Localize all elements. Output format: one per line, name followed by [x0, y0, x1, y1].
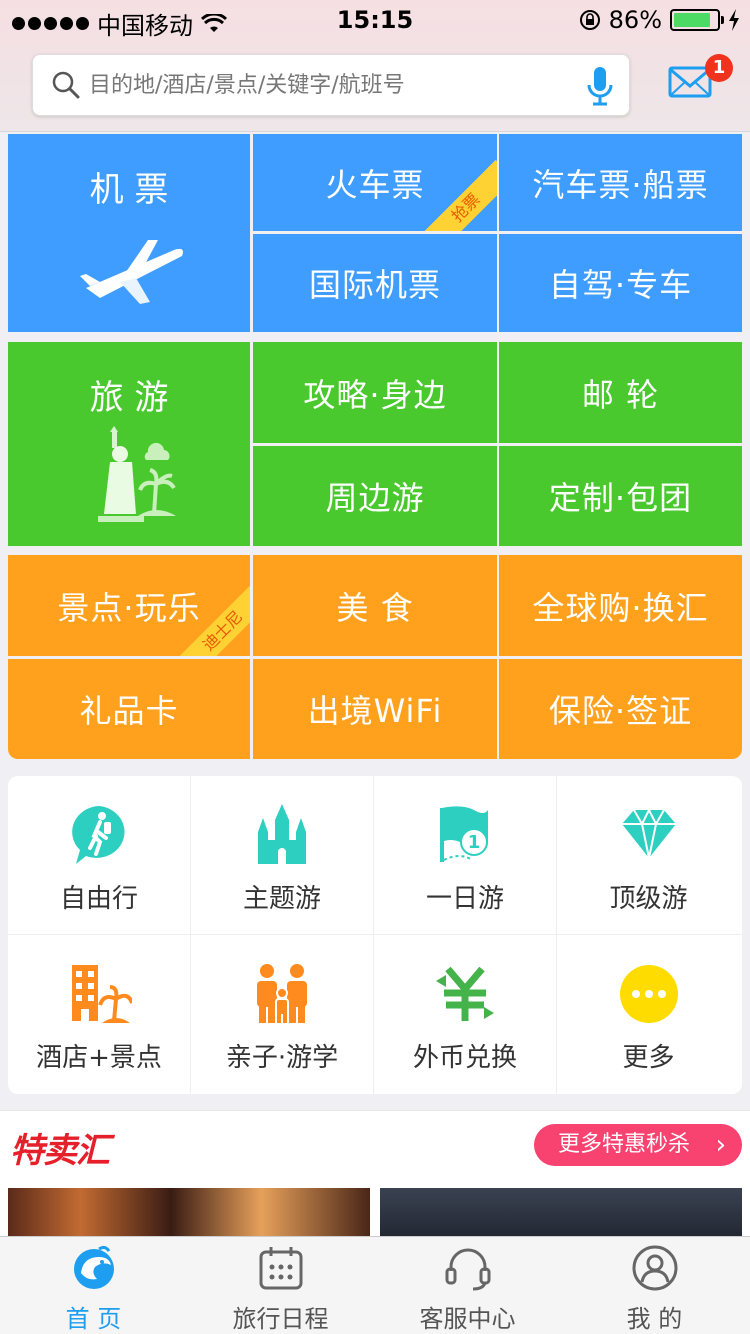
service-family-study[interactable]: 亲子·游学 [191, 935, 374, 1094]
tile-guide-label: 攻略·身边 [303, 375, 447, 414]
tile-guide[interactable]: 攻略·身边 [253, 342, 497, 443]
service-free-travel[interactable]: 自由行 [8, 776, 191, 935]
tab-label: 我 的 [626, 1305, 683, 1333]
tile-flight-label: 机 票 [89, 170, 169, 210]
service-label: 酒店+景点 [36, 1043, 162, 1073]
tab-bar: 首 页 旅行日程 客服中心 我 的 [0, 1236, 750, 1334]
family-icon [257, 964, 307, 1023]
promo-photo-crowd[interactable] [8, 1188, 370, 1236]
search-input[interactable] [89, 55, 569, 115]
service-label: 一日游 [425, 884, 504, 914]
tile-shopping-label: 全球购·换汇 [532, 588, 709, 627]
tile-cruise[interactable]: 邮 轮 [499, 342, 742, 443]
status-bar: 中国移动 15:15 86% [0, 0, 750, 40]
quick-services-panel: 自由行 主题游 1 一日游 顶级游 酒店+景点 亲子·游学 外币兑换 更多 [8, 776, 742, 1094]
home-dolphin-icon [73, 1245, 114, 1289]
tile-car[interactable]: 自驾·专车 [499, 234, 742, 332]
header: 中国移动 15:15 86% 目的地/酒店/景点/关键字/航班号 1 [0, 0, 750, 132]
tile-flight[interactable]: 机 票 [8, 134, 250, 332]
mail-badge: 1 [705, 54, 733, 82]
tile-wifi-label: 出境WiFi [307, 692, 443, 730]
svg-text:1: 1 [468, 832, 481, 853]
rush-ticket-ribbon: 抢票 [417, 159, 497, 231]
tab-label: 首 页 [65, 1305, 122, 1333]
service-label: 主题游 [242, 884, 321, 914]
more-icon [619, 965, 678, 1023]
tab-itinerary[interactable]: 旅行日程 [187, 1237, 374, 1334]
tile-insurance-label: 保险·签证 [548, 692, 693, 730]
more-deals-button[interactable]: 更多特惠秒杀 › [534, 1124, 742, 1166]
statue-of-liberty-icon [98, 426, 176, 522]
hotel-icon [72, 965, 132, 1023]
service-currency-exchange[interactable]: 外币兑换 [374, 935, 557, 1094]
tile-custom[interactable]: 定制·包团 [499, 446, 742, 546]
promo-photos [0, 1178, 750, 1236]
tile-nearby[interactable]: 周边游 [253, 446, 497, 546]
battery-percent: 86% [608, 6, 662, 34]
microphone-icon[interactable] [585, 65, 615, 107]
tile-bus-ship[interactable]: 汽车票·船票 [499, 134, 742, 231]
tile-travel-label: 旅 游 [89, 378, 169, 418]
tab-label: 旅行日程 [232, 1305, 329, 1333]
special-offers-logo: 特卖汇 [10, 1131, 110, 1171]
tab-home[interactable]: 首 页 [0, 1237, 187, 1334]
headset-icon [445, 1248, 490, 1291]
tile-intl-flight-label: 国际机票 [308, 266, 441, 304]
tile-wifi[interactable]: 出境WiFi [253, 659, 497, 759]
chevron-right-icon: › [715, 1130, 726, 1160]
service-luxury-travel[interactable]: 顶级游 [557, 776, 740, 935]
castle-icon [258, 804, 306, 864]
tile-train[interactable]: 火车票 抢票 [253, 134, 497, 231]
service-label: 更多 [622, 1043, 675, 1073]
tile-travel[interactable]: 旅 游 [8, 342, 250, 546]
airplane-icon [80, 240, 183, 304]
service-more[interactable]: 更多 [557, 935, 740, 1094]
tile-insurance[interactable]: 保险·签证 [499, 659, 742, 759]
tab-customer-service[interactable]: 客服中心 [374, 1237, 561, 1334]
service-theme-travel[interactable]: 主题游 [191, 776, 374, 935]
service-hotel-attraction[interactable]: 酒店+景点 [8, 935, 191, 1094]
tile-shopping[interactable]: 全球购·换汇 [499, 555, 742, 656]
tile-cruise-label: 邮 轮 [581, 375, 660, 414]
tile-bus-ship-label: 汽车票·船票 [532, 165, 709, 204]
tile-train-label: 火车票 [325, 165, 425, 204]
tile-giftcard-label: 礼品卡 [79, 692, 179, 730]
promo-photo-night[interactable] [380, 1188, 742, 1236]
diamond-icon [621, 807, 676, 859]
service-label: 亲子·游学 [225, 1043, 339, 1073]
tile-intl-flight[interactable]: 国际机票 [253, 234, 497, 332]
rotation-lock-icon [579, 10, 600, 30]
tile-custom-label: 定制·包团 [548, 479, 693, 517]
service-label: 顶级游 [609, 884, 688, 914]
special-offers-bar: 特卖汇 更多特惠秒杀 › [0, 1110, 750, 1178]
tile-food-label: 美 食 [336, 588, 414, 627]
tab-profile[interactable]: 我 的 [561, 1237, 748, 1334]
service-label: 自由行 [59, 884, 138, 914]
currency-icon [436, 966, 494, 1021]
tile-attractions-label: 景点·玩乐 [57, 588, 201, 627]
tab-label: 客服中心 [419, 1305, 516, 1333]
profile-icon [632, 1245, 677, 1291]
tile-giftcard[interactable]: 礼品卡 [8, 659, 250, 759]
tile-nearby-label: 周边游 [325, 479, 425, 517]
calendar-icon [259, 1247, 302, 1290]
service-day-trip[interactable]: 1 一日游 [374, 776, 557, 935]
search-icon [52, 71, 80, 99]
charging-icon [729, 9, 739, 31]
tile-food[interactable]: 美 食 [253, 555, 497, 656]
more-deals-label: 更多特惠秒杀 [558, 1132, 691, 1157]
search-bar[interactable] [32, 54, 630, 116]
service-label: 外币兑换 [412, 1043, 517, 1073]
walker-icon [72, 806, 125, 864]
tile-attractions[interactable]: 景点·玩乐 迪士尼 [8, 555, 250, 656]
flag-icon: 1 [440, 806, 488, 862]
tile-car-label: 自驾·专车 [548, 266, 693, 304]
battery-icon [670, 9, 724, 31]
